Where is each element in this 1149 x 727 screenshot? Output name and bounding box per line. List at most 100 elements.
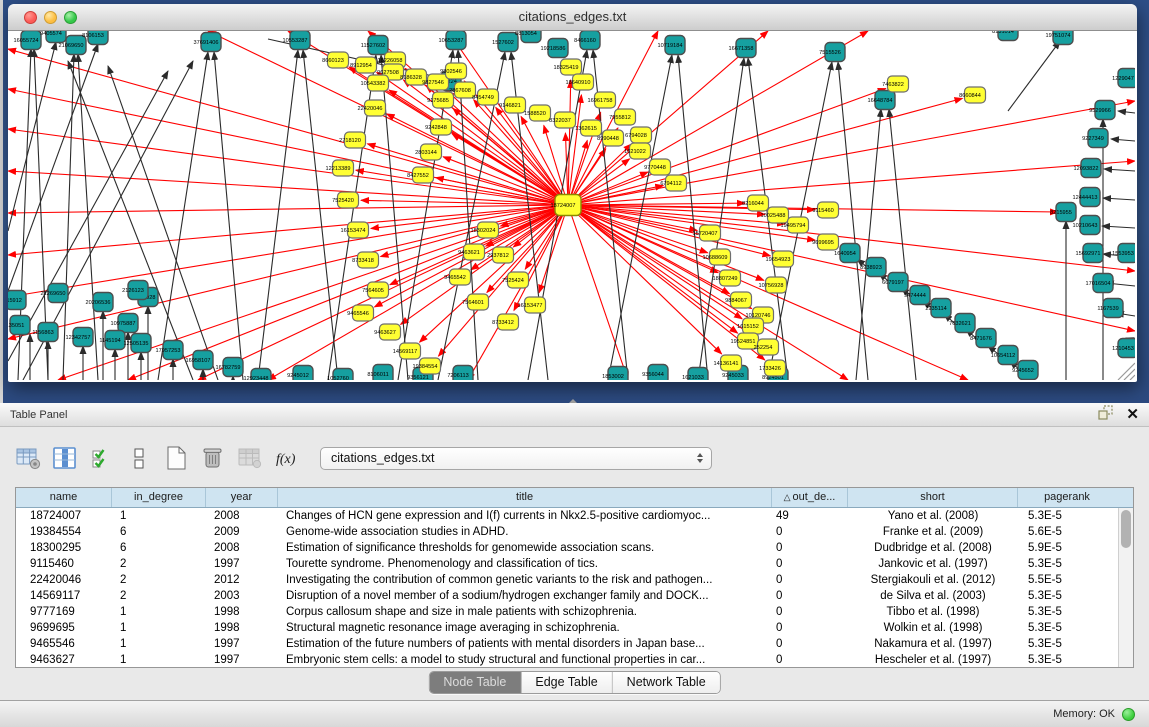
table-cell[interactable]: 18724007 [16, 508, 112, 524]
graph-node[interactable]: 16782759 [216, 358, 243, 377]
table-row[interactable]: 911546021997Tourette syndrome. Phenomeno… [16, 556, 1118, 572]
graph-node[interactable]: 37691406 [194, 33, 221, 52]
graph-node[interactable]: 1527602 [492, 33, 518, 52]
network-window[interactable]: citations_edges.txt 16055724940557421069… [8, 4, 1137, 382]
function-builder-icon[interactable]: f(x) [273, 445, 301, 471]
graph-node[interactable]: 18325419 [554, 59, 582, 75]
graph-node[interactable]: 9463621 [458, 244, 484, 260]
delete-column-icon[interactable] [199, 445, 227, 471]
table-cell[interactable]: 5.6E-5 [1018, 524, 1116, 540]
network-window-titlebar[interactable]: citations_edges.txt [8, 4, 1137, 31]
graph-node[interactable]: 17016504 [1086, 274, 1113, 293]
table-cell[interactable]: Hescheler et al. (1997) [848, 652, 1018, 667]
network-view[interactable]: 1605572494055742106965081061533769140610… [8, 31, 1135, 380]
graph-node[interactable]: 18302024 [471, 222, 499, 238]
float-panel-icon[interactable] [1097, 404, 1114, 426]
graph-node[interactable]: 8466160 [574, 31, 600, 50]
citation-edge[interactable] [1104, 169, 1135, 171]
table-source-dropdown[interactable]: citations_edges.txt [320, 447, 712, 470]
graph-node[interactable]: 9699695 [812, 234, 838, 250]
graph-node[interactable]: 6794028 [625, 127, 651, 143]
left-panel-divider[interactable] [0, 0, 3, 403]
table-cell[interactable]: Changes of HCN gene expression and I(f) … [278, 508, 772, 524]
graph-node[interactable]: 12213389 [326, 160, 354, 176]
panel-splitter-handle[interactable] [569, 399, 577, 403]
table-cell[interactable]: 22420046 [16, 572, 112, 588]
table-cell[interactable]: Embryonic stem cells: a model to study s… [278, 652, 772, 667]
table-cell[interactable]: 5.3E-5 [1018, 588, 1116, 604]
table-cell[interactable]: 1997 [206, 652, 278, 667]
citation-edge[interactable] [1111, 139, 1135, 141]
graph-node[interactable]: 1553953 [1112, 244, 1135, 263]
graph-node[interactable]: 10553287 [283, 31, 310, 50]
graph-node[interactable]: 252254 [754, 339, 779, 355]
graph-node[interactable]: 8938923 [860, 258, 886, 277]
graph-node[interactable]: 1210453 [1112, 339, 1135, 358]
table-cell[interactable]: Tourette syndrome. Phenomenology and cla… [278, 556, 772, 572]
graph-node[interactable]: 8106011 [367, 365, 393, 381]
table-cell[interactable]: 2012 [206, 572, 278, 588]
graph-node[interactable]: 9463627 [374, 324, 400, 340]
table-cell[interactable]: 5.9E-5 [1018, 540, 1116, 556]
citation-edge-selected[interactable] [443, 157, 568, 205]
citation-edge-selected[interactable] [474, 100, 568, 205]
table-cell[interactable]: 9463627 [16, 652, 112, 667]
graph-node[interactable]: 1733426 [759, 360, 785, 376]
graph-node[interactable]: 1588520 [524, 105, 550, 121]
tab-network-table[interactable]: Network Table [613, 672, 720, 693]
table-cell[interactable]: 0 [772, 540, 848, 556]
graph-node[interactable]: 8131014 [992, 31, 1018, 41]
table-cell[interactable]: 14569117 [16, 588, 112, 604]
table-cell[interactable]: 6 [112, 540, 206, 556]
table-cell[interactable]: Disruption of a novel member of a sodium… [278, 588, 772, 604]
graph-node[interactable]: 8813054 [515, 31, 541, 43]
graph-node[interactable]: 8427552 [407, 167, 433, 183]
graph-node[interactable]: 19751074 [1046, 31, 1073, 45]
citation-edge[interactable] [8, 42, 56, 231]
citation-edge-selected[interactable] [8, 49, 568, 205]
table-cell[interactable]: de Silva et al. (2003) [848, 588, 1018, 604]
citation-network-graph[interactable]: 1605572494055742106965081061533769140610… [8, 31, 1135, 380]
graph-node[interactable]: 11527602 [361, 36, 388, 55]
table-cell[interactable]: 1 [112, 604, 206, 620]
column-header-in_degree[interactable]: in_degree [112, 488, 206, 507]
graph-node[interactable]: 16671358 [729, 39, 756, 58]
select-columns-icon[interactable] [88, 445, 116, 471]
graph-node[interactable]: 7525420 [332, 192, 358, 208]
table-vertical-scrollbar[interactable] [1118, 508, 1133, 667]
graph-node[interactable]: 12923448 [244, 369, 271, 381]
graph-node[interactable]: 8660844 [959, 87, 985, 103]
table-cell[interactable]: 1997 [206, 556, 278, 572]
column-header-out_de[interactable]: △out_de... [772, 488, 848, 507]
table-cell[interactable]: 0 [772, 524, 848, 540]
column-header-year[interactable]: year [206, 488, 278, 507]
graph-node[interactable]: 7564605 [362, 282, 388, 298]
citation-edge-selected[interactable] [367, 144, 568, 205]
close-panel-icon[interactable]: ✕ [1126, 408, 1139, 422]
table-cell[interactable]: 9465546 [16, 636, 112, 652]
graph-node[interactable]: 7955812 [609, 109, 635, 125]
graph-node[interactable]: 12444413 [1073, 188, 1100, 207]
graph-node[interactable]: 14569117 [393, 343, 421, 359]
graph-node[interactable]: 9356044 [642, 365, 668, 381]
table-cell[interactable]: 0 [772, 556, 848, 572]
table-cell[interactable]: Nakamura et al. (1997) [848, 636, 1018, 652]
graph-node[interactable]: 1229047 [1112, 69, 1135, 88]
citation-edge[interactable] [258, 50, 298, 380]
graph-node[interactable]: 3915912 [8, 291, 26, 310]
graph-node[interactable]: 9242848 [425, 119, 451, 135]
graph-node[interactable]: 1052760 [327, 369, 353, 381]
table-cell[interactable]: 5.3E-5 [1018, 604, 1116, 620]
zoom-window-button[interactable] [64, 11, 77, 24]
graph-node[interactable]: 1621022 [624, 143, 650, 159]
graph-node[interactable]: 10688609 [703, 249, 731, 265]
graph-node[interactable]: 1156863 [32, 323, 58, 342]
graph-node[interactable]: 1621033 [682, 368, 708, 381]
table-cell[interactable]: 1998 [206, 604, 278, 620]
table-cell[interactable]: 5.3E-5 [1018, 508, 1116, 524]
table-row[interactable]: 1456911722003Disruption of a novel membe… [16, 588, 1118, 604]
graph-node[interactable]: 12093822 [1074, 159, 1101, 178]
graph-node[interactable]: 6794112 [660, 175, 686, 191]
create-column-icon[interactable] [162, 445, 190, 471]
citation-edge[interactable] [1008, 41, 1060, 111]
